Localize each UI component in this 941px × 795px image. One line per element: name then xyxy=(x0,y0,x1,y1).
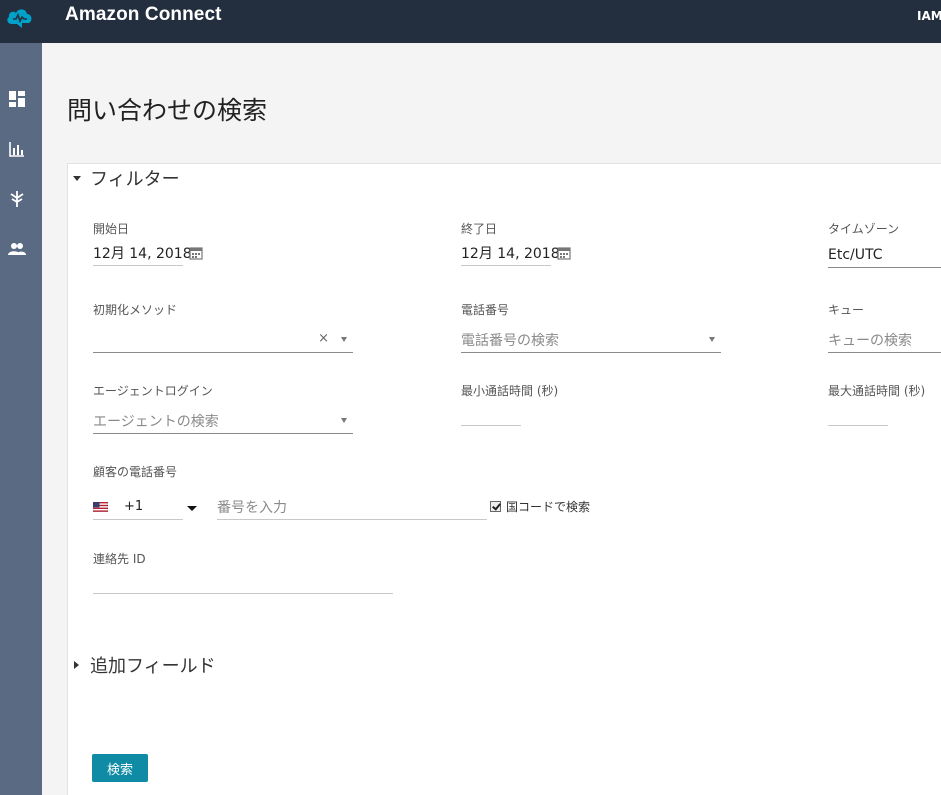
clear-icon[interactable]: × xyxy=(318,331,329,346)
chevron-down-icon xyxy=(341,337,347,342)
timezone-value: Etc/UTC xyxy=(828,246,883,263)
customer-phone-placeholder: 番号を入力 xyxy=(217,499,287,516)
min-duration-label: 最小通話時間 (秒) xyxy=(461,384,559,398)
start-date-field[interactable]: 12月 14, 2018 xyxy=(93,240,192,266)
top-bar: Amazon Connect IAM xyxy=(0,0,941,43)
chevron-down-icon xyxy=(187,506,197,511)
start-date-value: 12月 14, 2018 xyxy=(93,245,192,262)
contact-id-label: 連絡先 ID xyxy=(93,552,146,566)
max-duration-input[interactable] xyxy=(828,400,888,426)
init-method-select[interactable]: × xyxy=(93,327,353,353)
routing-icon[interactable] xyxy=(8,190,26,208)
phone-number-select[interactable]: 電話番号の検索 xyxy=(461,327,721,353)
amazon-connect-logo-icon[interactable] xyxy=(4,4,36,32)
country-code-search-checkbox[interactable]: 国コードで検索 xyxy=(490,498,590,515)
contact-id-input[interactable] xyxy=(93,568,393,594)
init-method-label: 初期化メソッド xyxy=(93,303,178,317)
timezone-label: タイムゾーン xyxy=(828,222,900,236)
us-flag-icon xyxy=(93,501,108,512)
page-title: 問い合わせの検索 xyxy=(67,96,268,125)
calendar-icon[interactable] xyxy=(189,246,203,260)
country-code-search-label: 国コードで検索 xyxy=(506,500,591,514)
timezone-select[interactable]: Etc/UTC xyxy=(828,242,941,268)
dashboard-icon[interactable] xyxy=(8,90,26,108)
search-panel: フィルター 開始日 12月 14, 2018 終了日 12月 14, 2018 … xyxy=(67,163,941,795)
app-title: Amazon Connect xyxy=(65,4,222,25)
main-content: 問い合わせの検索 フィルター 開始日 12月 14, 2018 終了日 12月 … xyxy=(42,43,941,795)
additional-fields-toggle[interactable]: 追加フィールド xyxy=(74,652,216,678)
phone-number-label: 電話番号 xyxy=(461,303,510,317)
end-date-label: 終了日 xyxy=(461,222,498,236)
search-button[interactable]: 検索 xyxy=(92,754,148,782)
start-date-label: 開始日 xyxy=(93,222,130,236)
end-date-field[interactable]: 12月 14, 2018 xyxy=(461,240,560,266)
customer-phone-label: 顧客の電話番号 xyxy=(93,465,178,479)
chevron-down-icon xyxy=(709,337,715,342)
queue-select[interactable]: キューの検索 xyxy=(828,327,941,353)
chevron-down-icon xyxy=(341,418,347,423)
filter-section-toggle[interactable]: フィルター xyxy=(73,165,180,191)
sidebar xyxy=(0,43,42,795)
queue-label: キュー xyxy=(828,303,865,317)
queue-placeholder: キューの検索 xyxy=(828,332,912,349)
country-code-select[interactable]: +1 xyxy=(93,494,197,520)
users-icon[interactable] xyxy=(8,240,26,258)
country-code-value: +1 xyxy=(124,499,144,514)
filter-section-label: フィルター xyxy=(90,169,180,190)
max-duration-label: 最大通話時間 (秒) xyxy=(828,384,926,398)
agent-login-select[interactable]: エージェントの検索 xyxy=(93,408,353,434)
metrics-icon[interactable] xyxy=(8,140,26,158)
min-duration-input[interactable] xyxy=(461,400,521,426)
additional-fields-label: 追加フィールド xyxy=(90,656,216,677)
agent-login-label: エージェントログイン xyxy=(93,384,213,398)
customer-phone-input[interactable]: 番号を入力 xyxy=(217,494,487,520)
phone-number-placeholder: 電話番号の検索 xyxy=(461,332,559,349)
agent-login-placeholder: エージェントの検索 xyxy=(93,413,219,430)
user-menu[interactable]: IAM xyxy=(917,9,941,23)
caret-down-icon xyxy=(73,175,81,181)
end-date-value: 12月 14, 2018 xyxy=(461,245,560,262)
caret-right-icon xyxy=(74,661,79,669)
checkbox-checked-icon xyxy=(490,501,501,512)
calendar-icon[interactable] xyxy=(557,246,571,260)
